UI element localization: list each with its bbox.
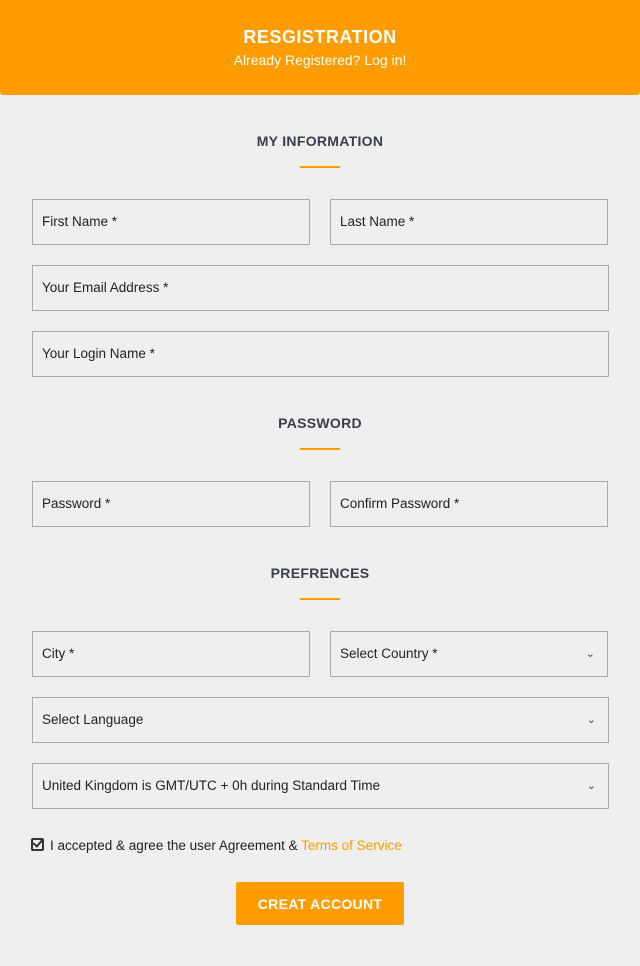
login-link[interactable]: Already Registered? Log in! xyxy=(0,52,640,68)
city-input[interactable]: City * xyxy=(32,631,310,677)
create-account-button[interactable]: CREAT ACCOUNT xyxy=(236,882,404,925)
login-name-input[interactable]: Your Login Name * xyxy=(32,331,609,377)
chevron-down-icon: ⌄ xyxy=(585,648,595,660)
section-password: PASSWORD xyxy=(278,415,362,431)
timezone-select[interactable]: United Kingdom is GMT/UTC + 0h during St… xyxy=(32,763,609,809)
timezone-select-value: United Kingdom is GMT/UTC + 0h during St… xyxy=(42,778,381,793)
last-name-input[interactable]: Last Name * xyxy=(330,199,608,245)
email-input[interactable]: Your Email Address * xyxy=(32,265,609,311)
country-select[interactable]: Select Country * ⌄ xyxy=(330,631,608,677)
agreement-checkbox[interactable] xyxy=(31,838,44,851)
page-title: RESGISTRATION xyxy=(243,27,397,47)
divider xyxy=(300,598,340,600)
language-select[interactable]: Select Language ⌄ xyxy=(32,697,609,743)
confirm-password-input[interactable]: Confirm Password * xyxy=(330,481,608,527)
section-my-information: MY INFORMATION xyxy=(256,133,384,149)
country-select-value: Select Country * xyxy=(340,646,438,661)
divider xyxy=(300,448,340,450)
password-input[interactable]: Password * xyxy=(32,481,310,527)
header-banner: RESGISTRATION Already Registered? Log in… xyxy=(0,0,640,95)
divider xyxy=(300,166,340,168)
agreement-text: I accepted & agree the user Agreement & xyxy=(50,838,302,853)
agreement-row: I accepted & agree the user Agreement & … xyxy=(31,838,402,853)
first-name-input[interactable]: First Name * xyxy=(32,199,310,245)
chevron-down-icon: ⌄ xyxy=(586,714,596,726)
terms-of-service-link[interactable]: Terms of Service xyxy=(301,838,402,853)
chevron-down-icon: ⌄ xyxy=(586,780,596,792)
language-select-value: Select Language xyxy=(42,712,144,727)
section-preferences: PREFRENCES xyxy=(270,565,370,581)
